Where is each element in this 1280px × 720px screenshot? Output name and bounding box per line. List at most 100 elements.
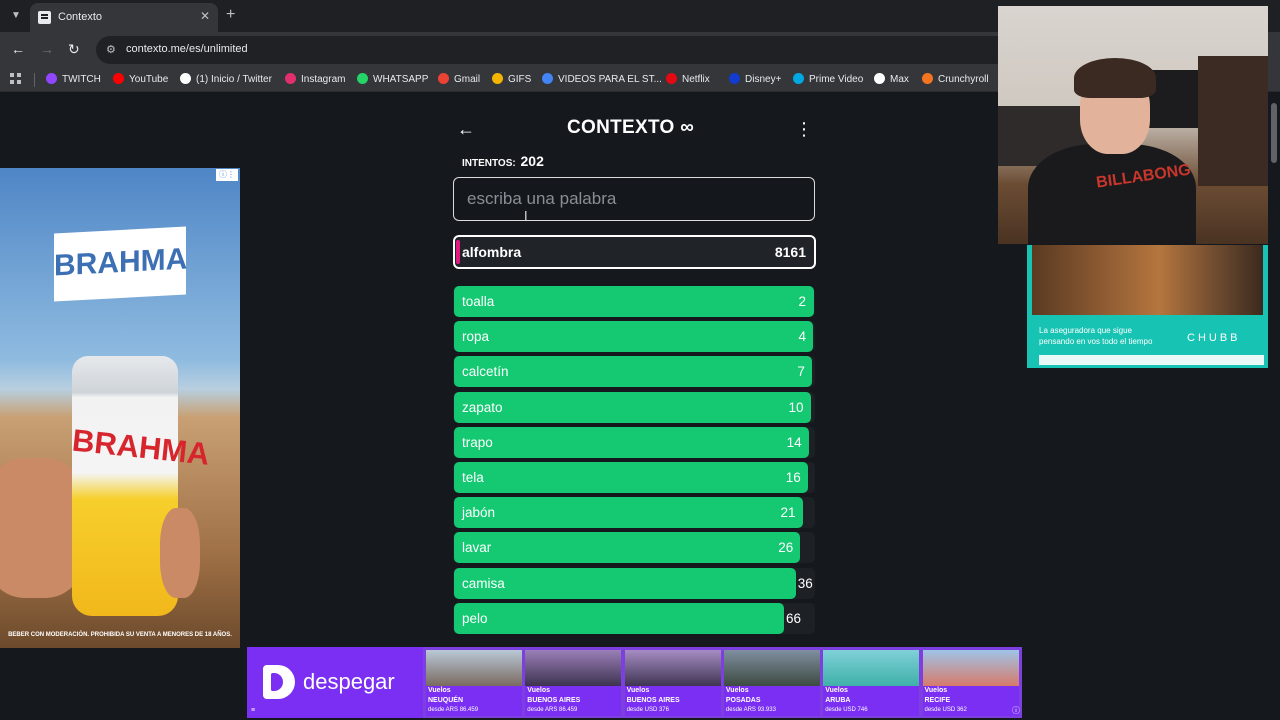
tab-search-icon[interactable]: ▼: [6, 7, 26, 25]
bookmark-label: Max: [890, 74, 909, 85]
flight-offer-card[interactable]: Vuelos POSADAS desde ARS 93.933: [723, 650, 820, 716]
crunchyroll-icon: [922, 73, 933, 84]
guess-row: tela 16: [453, 461, 815, 493]
flight-offer-card[interactable]: Vuelos ARUBA desde USD 746: [823, 650, 920, 716]
guess-proximity-bar: [454, 461, 808, 493]
guess-word: zapato: [462, 399, 503, 415]
bookmark-label: Crunchyroll: [938, 74, 989, 85]
guess-proximity-bar: [454, 426, 809, 458]
chubb-logo: CHUBB: [1187, 332, 1241, 344]
hand-image: [160, 508, 200, 598]
bookmark-label: TWITCH: [62, 74, 101, 85]
attempts-count: 202: [520, 153, 544, 169]
bookmark-gmail[interactable]: Gmail: [438, 73, 480, 85]
apps-grid-icon[interactable]: [10, 73, 22, 85]
offer-city: BUENOS AIRES: [527, 697, 581, 704]
bookmark-crunchyroll[interactable]: Crunchyroll: [922, 73, 989, 85]
bookmark-instagram[interactable]: Instagram: [285, 73, 345, 85]
bookmark-1-inicio-twitter[interactable]: (1) Inicio / Twitter: [180, 73, 272, 85]
bookmark-twitch[interactable]: TWITCH: [46, 73, 101, 85]
offer-label: Vuelos: [924, 687, 948, 694]
can-brand-text: BRAHMA: [70, 422, 212, 472]
url-text[interactable]: contexto.me/es/unlimited: [126, 43, 248, 55]
despegar-brand-name: despegar: [303, 669, 395, 694]
guess-proximity-bar: [454, 391, 811, 423]
back-arrow-icon[interactable]: ←: [457, 119, 475, 140]
despegar-banner-ad[interactable]: despegar ≡ Vuelos NEUQUÉN desde ARS 86.459…: [247, 647, 1022, 718]
bookmark-youtube[interactable]: YouTube: [113, 73, 168, 85]
guess-row: calcetín 7: [453, 356, 815, 388]
ad-photo: [1032, 245, 1263, 315]
bookmark-label: Disney+: [745, 74, 782, 85]
tab-title: Contexto: [58, 11, 103, 23]
bookmarks-separator: [34, 73, 35, 87]
new-tab-icon[interactable]: +: [226, 6, 235, 24]
close-tab-icon[interactable]: ✕: [200, 9, 210, 23]
guess-rank: 26: [778, 540, 794, 556]
gmail-icon: [438, 73, 449, 84]
webcam-person-body: [1028, 144, 1196, 244]
bookmark-prime-video[interactable]: Prime Video: [793, 73, 863, 85]
offer-label: Vuelos: [527, 687, 550, 694]
offer-label: Vuelos: [626, 687, 650, 694]
guess-row: lavar 26: [453, 532, 815, 564]
ad-info-icon[interactable]: ⓘ: [1012, 705, 1020, 716]
menu-icon[interactable]: ≡: [251, 707, 255, 714]
offer-city: POSADAS: [725, 697, 761, 704]
current-guess-word: alfombra: [462, 244, 522, 260]
tab-contexto[interactable]: Contexto ✕: [30, 3, 218, 32]
despegar-logo-icon: [263, 665, 295, 699]
offer-info: Vuelos RECIFE desde USD 362: [922, 686, 1019, 716]
ad-disclaimer: BEBER CON MODERACIÓN. PROHIBIDA SU VENTA…: [8, 632, 232, 638]
flight-offer-card[interactable]: Vuelos BUENOS AIRES desde ARS 86.459: [525, 650, 622, 716]
flight-offer-card[interactable]: Vuelos NEUQUÉN desde ARS 86.459: [426, 650, 522, 716]
chubb-ad[interactable]: La aseguradora que sigue pensando en vos…: [1027, 245, 1268, 368]
guess-word: camisa: [462, 575, 505, 591]
flight-offer-card[interactable]: Vuelos RECIFE desde USD 362: [922, 650, 1019, 716]
flight-offer-card[interactable]: Vuelos BUENOS AIRES desde USD 376: [624, 650, 721, 716]
bookmark-label: Netflix: [682, 74, 710, 85]
bookmark-label: GIFS: [508, 74, 532, 85]
guess-proximity-bar: [454, 286, 815, 317]
bookmark-max[interactable]: Max: [874, 73, 909, 85]
drive-icon: [542, 73, 553, 84]
guess-row: ropa 4: [453, 321, 815, 353]
offer-info: Vuelos BUENOS AIRES desde ARS 86.459: [525, 686, 622, 716]
guess-proximity-bar: [454, 497, 803, 529]
guess-word: trapo: [462, 434, 493, 450]
guess-row: zapato 10: [453, 391, 815, 423]
scroll-thumb[interactable]: [1271, 103, 1277, 163]
bookmark-label: (1) Inicio / Twitter: [196, 74, 272, 85]
site-info-icon[interactable]: ⚙: [106, 43, 120, 57]
youtube-icon: [113, 73, 124, 84]
reload-icon[interactable]: ↻: [68, 41, 80, 58]
guess-rank: 4: [798, 329, 806, 345]
offer-label: Vuelos: [825, 687, 848, 694]
page-scrollbar[interactable]: [1268, 93, 1280, 720]
gifs-icon: [492, 73, 503, 84]
guess-rank: 2: [798, 294, 806, 309]
guess-row: trapo 14: [453, 426, 815, 458]
brahma-ad[interactable]: ⓘ⋮ BRAHMA BRAHMA BEBER CON MODERACIÓN. P…: [0, 168, 240, 648]
bookmark-gifs[interactable]: GIFS: [492, 73, 531, 85]
offer-price: desde ARS 93.933: [725, 707, 776, 713]
current-guess-marker: [456, 240, 460, 264]
word-input[interactable]: [453, 177, 815, 221]
bookmark-netflix[interactable]: Netflix: [666, 73, 710, 85]
guess-word: tela: [462, 469, 484, 485]
more-options-icon[interactable]: ⋮: [795, 119, 813, 140]
bookmark-whatsapp[interactable]: WHATSAPP: [357, 73, 428, 85]
x-icon: [180, 73, 191, 84]
forward-icon[interactable]: →: [40, 41, 54, 57]
bookmark-videos-para-el-st[interactable]: VIDEOS PARA EL ST...: [542, 73, 662, 85]
current-guess-rank: 8161: [774, 244, 806, 260]
max-icon: [874, 73, 885, 84]
offer-price: desde USD 376: [626, 707, 669, 713]
offer-city: RECIFE: [924, 697, 951, 704]
back-icon[interactable]: ←: [11, 41, 25, 57]
guess-proximity-bar: [454, 602, 784, 634]
ad-choices-icon[interactable]: ⓘ⋮: [216, 169, 238, 181]
webcam-person-hair: [1074, 58, 1156, 98]
guess-word: pelo: [462, 610, 488, 626]
bookmark-disney[interactable]: Disney+: [729, 73, 781, 85]
